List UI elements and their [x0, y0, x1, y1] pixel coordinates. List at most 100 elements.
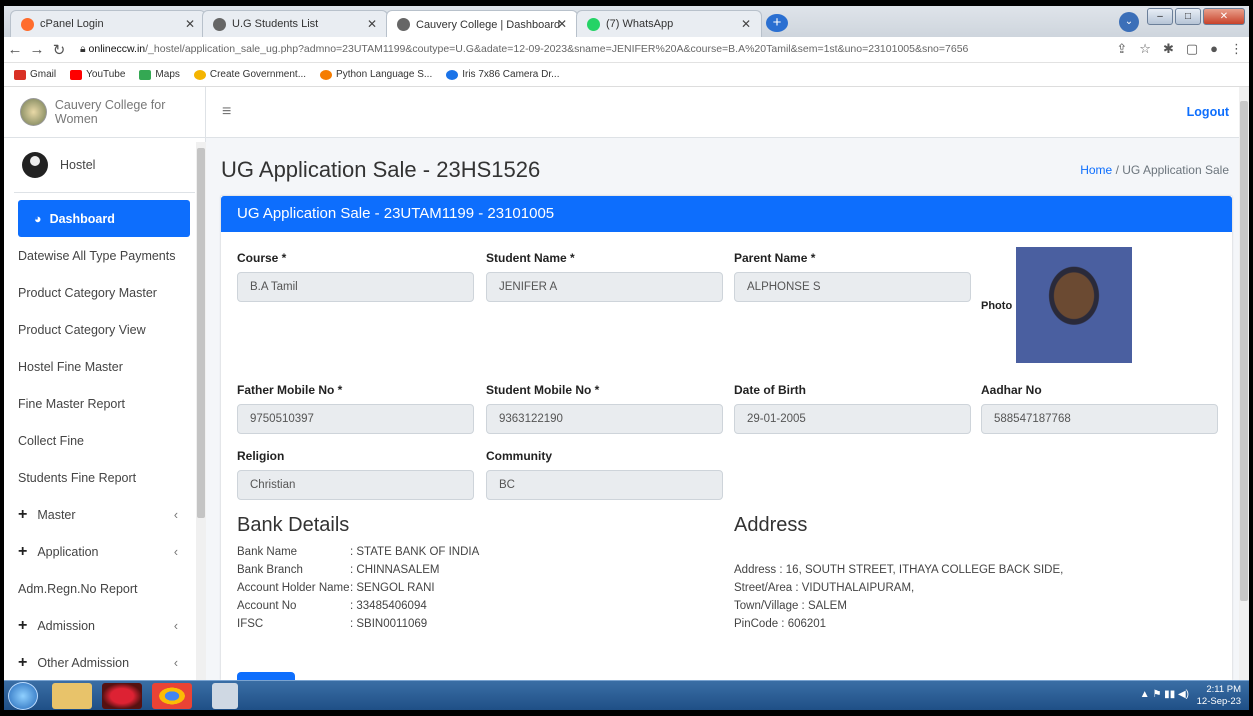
religion-label: Religion	[237, 449, 285, 463]
brand[interactable]: Cauvery College for Women	[4, 87, 205, 138]
maximize-button[interactable]: □	[1175, 8, 1201, 25]
submit-button[interactable]	[237, 672, 295, 680]
sidebar-item-admission[interactable]: + Admission ‹	[18, 607, 190, 644]
plus-icon: +	[18, 653, 28, 671]
youtube-icon	[70, 69, 83, 80]
pincode-line: PinCode : 606201	[734, 618, 827, 630]
student-mobile-field[interactable]: 9363122190	[486, 404, 723, 434]
sidebar-item-master[interactable]: + Master ‹	[18, 496, 190, 533]
plus-icon: +	[18, 542, 28, 560]
tab-ug-students[interactable]: U.G Students List ✕	[202, 10, 388, 37]
bookmark-maps[interactable]: Maps	[139, 69, 180, 80]
chevron-left-icon: ‹	[173, 655, 178, 670]
dob-field[interactable]: 29-01-2005	[734, 404, 971, 434]
reload-icon[interactable]: ↻	[48, 41, 70, 59]
sidebar-item-datewise-payments[interactable]: Datewise All Type Payments	[18, 237, 190, 274]
profile-chevron-icon[interactable]: ⌄	[1119, 12, 1139, 32]
tab-cpanel[interactable]: cPanel Login ✕	[10, 10, 206, 37]
close-icon[interactable]: ✕	[557, 17, 567, 31]
tray-icons[interactable]: ▲ ⚑ ▮▮ ◀)	[1140, 689, 1189, 700]
bookmark-create-government[interactable]: Create Government...	[193, 69, 306, 80]
sidebar-item-product-category-view[interactable]: Product Category View	[18, 311, 190, 348]
bank-details-heading: Bank Details	[237, 514, 350, 536]
new-tab-button[interactable]: +	[766, 14, 788, 32]
user-panel[interactable]: Hostel	[14, 138, 195, 193]
main-scrollbar[interactable]	[1239, 87, 1249, 680]
person-icon	[446, 69, 459, 80]
course-label: Course *	[237, 251, 287, 265]
student-name-field[interactable]: JENIFER A	[486, 272, 723, 302]
extensions-icon[interactable]: ✱	[1163, 41, 1174, 57]
cpanel-icon	[21, 17, 34, 31]
start-button[interactable]	[8, 682, 38, 710]
sidebar-item-product-category-master[interactable]: Product Category Master	[18, 274, 190, 311]
card-header: UG Application Sale - 23UTAM1199 - 23101…	[221, 196, 1232, 232]
page-title: UG Application Sale - 23HS1526	[221, 157, 541, 182]
share-icon[interactable]: ⇪	[1116, 41, 1127, 57]
bookmark-iris-camera[interactable]: Iris 7x86 Camera Dr...	[446, 69, 559, 80]
aadhar-label: Aadhar No	[981, 383, 1042, 397]
ifsc-row: IFSC: SBIN0011069	[237, 618, 428, 630]
father-mobile-label: Father Mobile No *	[237, 383, 343, 397]
bank-name-row: Bank Name: STATE BANK OF INDIA	[237, 546, 480, 558]
dashboard-icon: ◕	[34, 211, 42, 226]
plus-icon: +	[18, 505, 28, 523]
logout-link[interactable]: Logout	[1187, 105, 1229, 119]
sidebar: Cauvery College for Women Hostel ◕ Dashbo…	[4, 87, 206, 680]
chevron-left-icon: ‹	[173, 618, 178, 633]
sidebar-item-application[interactable]: + Application ‹	[18, 533, 190, 570]
minimize-button[interactable]: –	[1147, 8, 1173, 25]
breadcrumb-home-link[interactable]: Home	[1080, 163, 1112, 177]
sidebar-item-students-fine-report[interactable]: Students Fine Report	[18, 459, 190, 496]
bookmark-gmail[interactable]: Gmail	[14, 69, 56, 80]
account-icon[interactable]: ●	[1210, 41, 1218, 57]
tab-whatsapp[interactable]: (7) WhatsApp ✕	[576, 10, 762, 37]
whatsapp-icon	[587, 17, 600, 31]
sidepanel-icon[interactable]: ▢	[1186, 41, 1198, 57]
sidebar-item-fine-master-report[interactable]: Fine Master Report	[18, 385, 190, 422]
parent-name-field[interactable]: ALPHONSE S	[734, 272, 971, 302]
college-logo-icon	[20, 98, 47, 126]
father-mobile-field[interactable]: 9750510397	[237, 404, 474, 434]
close-icon[interactable]: ✕	[741, 17, 751, 31]
bookmark-youtube[interactable]: YouTube	[70, 69, 125, 80]
explorer-icon[interactable]	[52, 683, 92, 709]
course-field[interactable]: B.A Tamil	[237, 272, 474, 302]
sidebar-scrollbar[interactable]	[196, 142, 206, 680]
chevron-left-icon: ‹	[173, 507, 178, 522]
star-icon[interactable]: ☆	[1139, 41, 1151, 57]
calculator-icon[interactable]	[212, 683, 238, 709]
sidebar-item-adm-regn-report[interactable]: Adm.Regn.No Report	[18, 570, 190, 607]
tab-dashboard[interactable]: Cauvery College | Dashboard ✕	[386, 10, 578, 38]
chrome-icon[interactable]	[152, 683, 192, 709]
browser-tab-bar: cPanel Login ✕ U.G Students List ✕ Cauvery…	[4, 6, 1249, 38]
app-icon[interactable]	[102, 683, 142, 709]
bookmark-python[interactable]: Python Language S...	[320, 69, 432, 80]
forward-icon[interactable]: →	[26, 41, 48, 58]
close-icon[interactable]: ✕	[367, 17, 377, 31]
town-line: Town/Village : SALEM	[734, 600, 847, 612]
sidebar-item-other-admission[interactable]: + Other Admission ‹	[18, 644, 190, 681]
url-field[interactable]: 🔒︎ onlineccw.in/_hostel/application_sale…	[80, 43, 968, 56]
back-icon[interactable]: ←	[4, 41, 26, 58]
aadhar-field[interactable]: 588547187768	[981, 404, 1218, 434]
sidebar-item-dashboard[interactable]: ◕ Dashboard	[18, 200, 190, 237]
taskbar: ▲ ⚑ ▮▮ ◀) 2:11 PM 12-Sep-23	[4, 680, 1249, 710]
religion-field[interactable]: Christian	[237, 470, 474, 500]
sidebar-scroll-thumb[interactable]	[197, 148, 205, 518]
community-field[interactable]: BC	[486, 470, 723, 500]
kebab-menu-icon[interactable]: ⋮	[1230, 41, 1243, 57]
sidebar-item-hostel-fine-master[interactable]: Hostel Fine Master	[18, 348, 190, 385]
dob-label: Date of Birth	[734, 383, 806, 397]
hamburger-menu-icon[interactable]: ≡	[222, 103, 231, 121]
clock[interactable]: 2:11 PM 12-Sep-23	[1197, 684, 1241, 708]
close-window-button[interactable]: ✕	[1203, 8, 1245, 25]
close-icon[interactable]: ✕	[185, 17, 195, 31]
globe-icon	[397, 18, 410, 31]
parent-name-label: Parent Name *	[734, 251, 816, 265]
bank-branch-row: Bank Branch: CHINNASALEM	[237, 564, 440, 576]
sidebar-item-collect-fine[interactable]: Collect Fine	[18, 422, 190, 459]
maps-icon	[139, 69, 152, 80]
main-scroll-thumb[interactable]	[1240, 101, 1248, 601]
screen: cPanel Login ✕ U.G Students List ✕ Cauvery…	[4, 6, 1249, 710]
